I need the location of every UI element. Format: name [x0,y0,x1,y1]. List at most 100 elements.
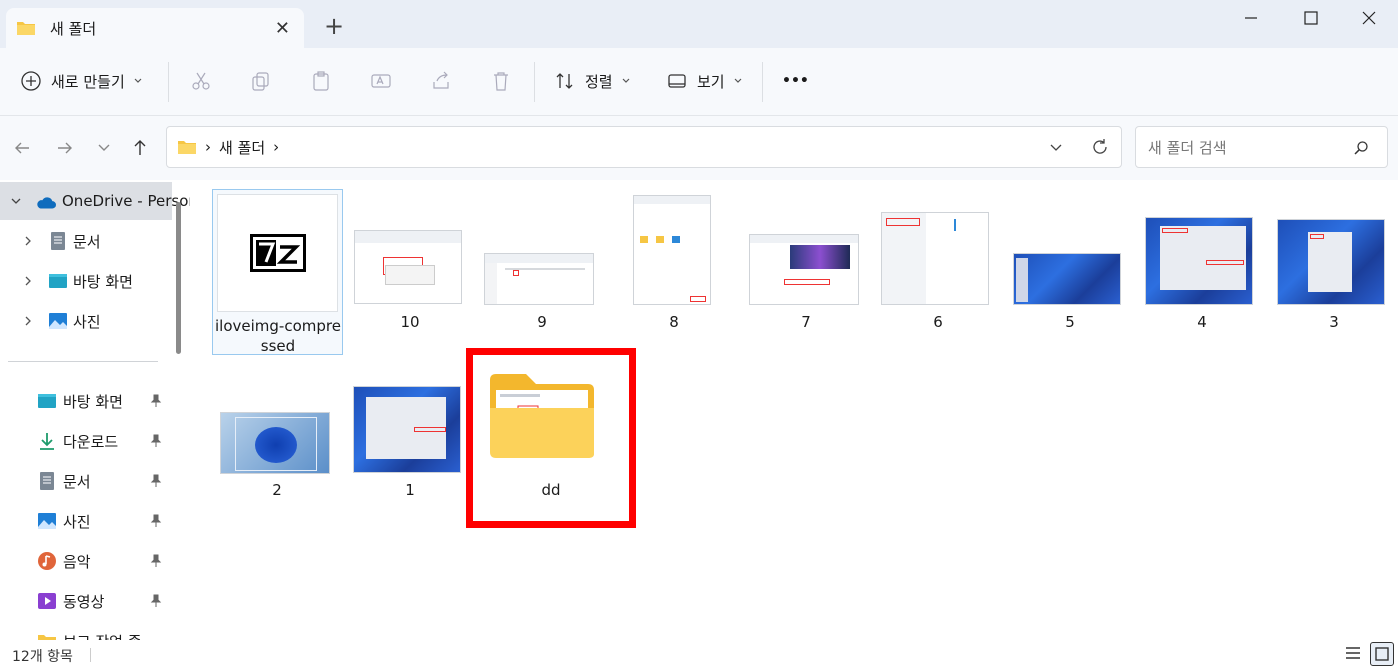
view-icon [668,74,686,88]
minimize-icon [1245,17,1257,19]
pin-icon[interactable] [150,474,162,488]
file-item-7z[interactable]: iloveimg-compre ssed [212,189,343,355]
sidebar-item-label: 문서 [73,232,101,251]
quick-access-pictures[interactable]: 사진 [0,502,172,540]
copy-button[interactable] [248,68,274,94]
sidebar-scrollbar[interactable] [176,202,181,354]
file-item-screenshot[interactable]: 6 [873,180,1003,350]
quick-access-videos[interactable]: 동영상 [0,582,172,620]
tab-close-button[interactable]: ✕ [275,18,290,39]
up-button[interactable] [128,136,152,160]
status-bar: 12개 항목 [0,640,1398,667]
paste-button[interactable] [308,68,334,94]
new-tab-button[interactable]: + [324,12,344,40]
pictures-icon [49,313,67,329]
quick-access-desktop[interactable]: 바탕 화면 [0,382,172,420]
folder-icon [38,635,56,640]
sidebar-item-onedrive[interactable]: OneDrive - Personal [0,182,190,220]
sort-button[interactable]: 정렬 [554,66,631,96]
breadcrumb-separator[interactable]: › [273,138,279,156]
arrow-right-icon [58,142,72,154]
file-item-screenshot[interactable]: 7 [741,180,871,350]
sidebar-item-pictures[interactable]: 사진 [0,302,172,340]
new-button[interactable]: 새로 만들기 [20,66,143,96]
close-icon [1362,11,1376,25]
chevron-right-icon[interactable] [22,315,34,327]
chevron-right-icon[interactable] [22,275,34,287]
sidebar-item-label: 사진 [63,512,91,531]
maximize-button[interactable] [1288,4,1334,32]
scissors-icon [192,72,210,90]
sidebar-item-label: 동영상 [63,592,105,611]
address-bar[interactable]: › 새 폴더 › [166,126,1122,168]
sidebar-item-label: 보고 작업 종 [63,631,142,641]
toolbar-separator [534,62,535,102]
file-name: 4 [1197,313,1207,331]
breadcrumb-separator[interactable]: › [205,138,211,156]
chevron-down-icon[interactable] [10,195,22,207]
plus-circle-icon [21,71,41,91]
thumbnail-view-button[interactable] [1370,642,1394,666]
file-item-screenshot[interactable]: 10 [345,180,475,350]
refresh-icon[interactable] [1091,138,1109,156]
pin-icon[interactable] [150,514,162,528]
file-name: 2 [272,481,282,499]
file-item-image[interactable]: 2 [212,348,342,518]
view-button[interactable]: 보기 [666,66,743,96]
file-item-screenshot[interactable]: 8 [609,180,739,350]
sidebar-item-desktop[interactable]: 바탕 화면 [0,262,172,300]
screenshot-thumbnail [484,253,594,305]
chevron-down-icon[interactable] [1049,141,1063,155]
forward-button[interactable] [53,136,77,160]
folder-icon [17,22,35,35]
pin-icon[interactable] [150,434,162,448]
status-separator [90,648,91,662]
file-item-image[interactable]: 3 [1269,180,1398,350]
chevron-right-icon[interactable] [22,235,34,247]
minimize-button[interactable] [1228,4,1274,32]
sidebar-divider [8,361,158,362]
file-item-image[interactable]: 1 [345,348,475,518]
pin-icon[interactable] [150,394,162,408]
back-button[interactable] [10,136,34,160]
screenshot-thumbnail [354,230,462,304]
close-window-button[interactable] [1346,4,1392,32]
folder-item[interactable]: dd [466,348,636,528]
breadcrumb-folder[interactable]: 새 폴더 [219,137,265,158]
file-item-image[interactable]: 5 [1005,180,1135,350]
search-icon [1354,141,1368,155]
details-view-button[interactable] [1344,644,1364,664]
chevron-down-icon [734,78,742,83]
pin-icon[interactable] [150,554,162,568]
rename-button[interactable] [368,68,394,94]
sidebar-item-documents[interactable]: 문서 [0,222,172,260]
tab-current-folder[interactable]: 새 폴더 ✕ [6,8,304,48]
file-item-image[interactable]: 4 [1137,180,1267,350]
clipboard-icon [313,71,329,91]
file-name: 10 [400,313,420,331]
thumbnail-view-icon [1375,647,1389,661]
file-item-screenshot[interactable]: 9 [477,180,607,350]
wallpaper-thumbnail [353,386,461,473]
screenshot-thumbnail [633,195,711,305]
command-bar: 새로 만들기 정렬 보기 ••• [0,48,1398,116]
more-options-button[interactable]: ••• [782,66,809,96]
cloud-icon [37,197,56,209]
quick-access-folder[interactable]: 보고 작업 종 [0,622,172,640]
chevron-down-icon [98,144,110,151]
sidebar-item-label: 사진 [73,312,101,331]
title-bar: 새 폴더 ✕ + [0,0,1398,48]
quick-access-documents[interactable]: 문서 [0,462,172,500]
file-name: iloveimg-compre [215,317,341,335]
quick-access-music[interactable]: 음악 [0,542,172,580]
view-button-label: 보기 [697,72,725,91]
cut-button[interactable] [188,68,214,94]
file-name: 5 [1065,313,1075,331]
search-box[interactable]: 새 폴더 검색 [1135,126,1388,168]
share-button[interactable] [428,68,454,94]
delete-button[interactable] [488,68,514,94]
pin-icon[interactable] [150,594,162,608]
recent-locations-button[interactable] [92,136,116,160]
quick-access-downloads[interactable]: 다운로드 [0,422,172,460]
folder-icon [490,374,594,458]
